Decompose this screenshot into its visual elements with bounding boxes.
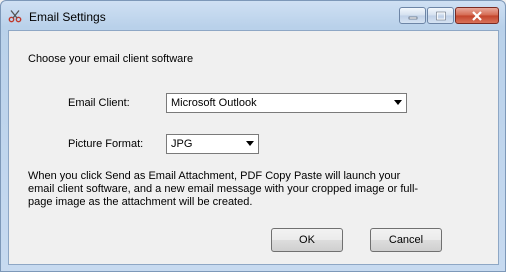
scissors-icon	[8, 10, 22, 23]
minimize-icon	[408, 16, 417, 19]
title-bar[interactable]: Email Settings	[1, 1, 505, 31]
email-client-label: Email Client:	[68, 97, 130, 109]
close-icon	[472, 10, 482, 21]
picture-format-label: Picture Format:	[68, 138, 144, 150]
email-settings-window: Email Settings Choose your email client …	[0, 0, 506, 272]
caption-buttons	[398, 7, 499, 25]
dialog-body: Choose your email client software Email …	[8, 30, 499, 265]
picture-format-select[interactable]: JPG	[166, 134, 259, 154]
picture-format-value: JPG	[171, 138, 193, 150]
chevron-down-icon	[394, 100, 402, 105]
section-heading: Choose your email client software	[28, 53, 194, 65]
chevron-down-icon	[246, 141, 254, 146]
cancel-button[interactable]: Cancel	[370, 228, 442, 252]
window-title: Email Settings	[29, 10, 106, 24]
close-button[interactable]	[455, 7, 499, 24]
maximize-icon	[435, 11, 446, 20]
maximize-button[interactable]	[427, 7, 454, 24]
description-text: When you click Send as Email Attachment,…	[28, 170, 419, 208]
email-client-select[interactable]: Microsoft Outlook	[166, 93, 407, 113]
ok-button[interactable]: OK	[271, 228, 343, 252]
email-client-value: Microsoft Outlook	[171, 97, 257, 109]
minimize-button[interactable]	[399, 7, 426, 24]
